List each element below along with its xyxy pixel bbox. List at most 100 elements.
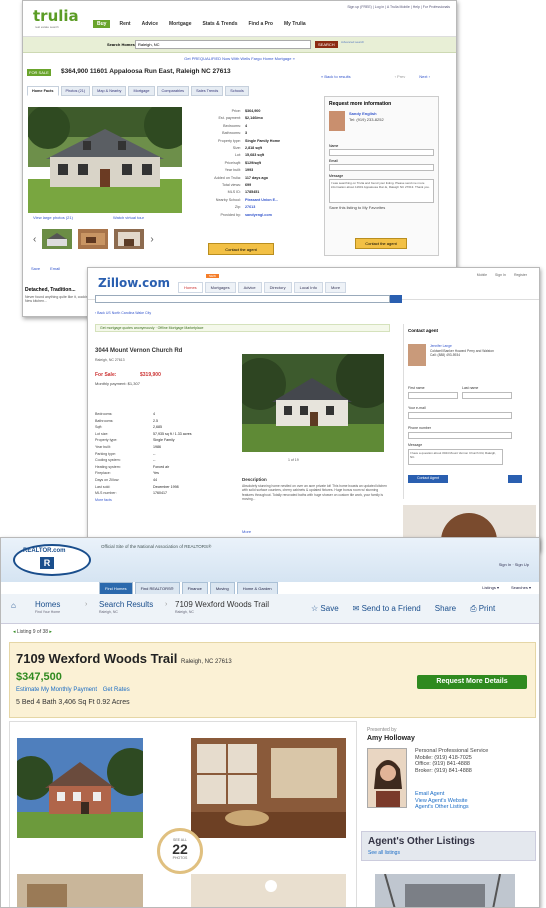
tab-map[interactable]: Map & Nearby <box>92 86 127 96</box>
save-favorites-checkbox[interactable]: Save this listing to My Favorites <box>325 204 438 213</box>
trulia-next-link[interactable]: Next › <box>419 74 430 79</box>
trulia-main-photo[interactable] <box>28 107 182 213</box>
badge-bottom-text: PHOTOS <box>172 856 188 860</box>
trulia-nav-my-trulia[interactable]: My Trulia <box>282 20 308 28</box>
realtor-photo-interior[interactable] <box>191 738 346 838</box>
zillow-nav-advice[interactable]: Advice <box>237 282 262 293</box>
trulia-nav-advice[interactable]: Advice <box>140 20 160 28</box>
trulia-thumb[interactable] <box>42 229 73 249</box>
zillow-breadcrumb[interactable]: ‹ Back US North Carolina Wake City <box>95 311 151 315</box>
share-action[interactable]: Share <box>435 604 456 614</box>
zillow-nav-directory[interactable]: Directory <box>263 282 292 293</box>
zillow-nav-local-info[interactable]: Local Info <box>293 282 323 293</box>
see-all-photos-badge[interactable]: SEE ALL 22 PHOTOS <box>157 828 203 874</box>
trulia-thumb[interactable] <box>78 229 109 249</box>
save-action[interactable]: ☆ Save <box>311 604 339 614</box>
trulia-logo[interactable]: trulia <box>33 7 79 25</box>
zillow-nav-more[interactable]: More <box>324 282 347 293</box>
trulia-search-bar: Search Homes Raleigh, NC SEARCH Advanced… <box>23 37 456 53</box>
last-name-field[interactable] <box>462 392 512 399</box>
send-friend-action[interactable]: ✉ Send to a Friend <box>353 604 421 614</box>
searches-dropdown[interactable]: Searches ▾ <box>511 585 531 590</box>
trulia-promo-link[interactable]: Get PREQUALIFIED Now With Wells Fargo Ho… <box>23 53 456 64</box>
zillow-more-link[interactable]: More <box>242 529 251 535</box>
email-field[interactable] <box>408 412 512 419</box>
name-field[interactable] <box>329 149 434 156</box>
tab-photos[interactable]: Photos (21) <box>60 86 91 96</box>
estimate-payment-link[interactable]: Estimate My Monthly Payment <box>16 687 97 693</box>
fact-row: Lot size: 57,935 sq ft / 1.33 acres <box>95 431 192 436</box>
zillow-contact-agent-button[interactable]: Contact Agent <box>408 475 448 483</box>
email-field[interactable] <box>329 164 434 171</box>
trulia-email-link[interactable]: Email <box>50 266 60 272</box>
agent-website-link[interactable]: View Agent's Website <box>415 798 469 805</box>
print-action[interactable]: ⎙ Print <box>470 604 495 614</box>
crumb-homes[interactable]: Homes <box>35 600 60 609</box>
trulia-result-nav: « Back to results ‹ Prev Next › <box>321 74 430 79</box>
fact-row: Provided by: sandyengl.com <box>220 212 272 217</box>
get-rates-link[interactable]: Get Rates <box>103 687 130 693</box>
trulia-watch-tour[interactable]: Watch virtual tour <box>113 215 144 221</box>
zillow-monthly-payment[interactable]: Monthly payment: $1,307 <box>95 381 140 387</box>
zillow-search-input[interactable] <box>95 295 390 303</box>
trulia-contact-agent-button[interactable]: Contact the agent <box>208 243 274 255</box>
trulia-view-large-photos[interactable]: View large photos (21) <box>33 215 73 221</box>
zillow-register-link[interactable]: Register <box>514 273 527 277</box>
email-agent-link[interactable]: Email Agent <box>415 791 469 798</box>
zillow-secondary-button[interactable] <box>508 475 522 483</box>
trulia-save-link[interactable]: Save <box>31 266 40 272</box>
fact-row: Bathrooms: 3 <box>222 131 248 136</box>
crumb-search-results[interactable]: Search Results <box>99 600 153 609</box>
see-all-listings-link[interactable]: See all listings <box>368 850 400 856</box>
agent-other-listings-link[interactable]: Agent's Other Listings <box>415 804 469 811</box>
realtor-photo-stairs[interactable] <box>17 874 143 907</box>
zillow-signin-link[interactable]: Sign In <box>495 273 506 277</box>
fact-row: Bedrooms: 4 <box>223 123 248 128</box>
more-facts-link[interactable]: More facts <box>95 497 235 504</box>
zillow-mortgage-bar[interactable]: Get mortgage quotes anonymously · Offlin… <box>95 324 390 332</box>
trulia-signin-links[interactable]: Sign up (FREE) | Log in | A Trulia Mobil… <box>347 5 450 9</box>
trulia-nav-stats[interactable]: Stats & Trends <box>200 20 239 28</box>
trulia-search-button[interactable]: SEARCH <box>315 41 338 48</box>
trulia-advanced-search-link[interactable]: Advanced search <box>341 40 367 44</box>
fact-row: Last sold: December 1998 <box>95 484 179 489</box>
fact-row: Sqft: 2,685 <box>95 425 162 430</box>
trulia-nav-mortgage[interactable]: Mortgage <box>167 20 194 28</box>
tab-sales-trends[interactable]: Sales Trends <box>191 86 224 96</box>
zillow-photo-pager[interactable]: 1 of 19 <box>288 458 299 462</box>
chevron-right-icon[interactable]: ▸ <box>48 629 52 635</box>
tab-comparables[interactable]: Comparables <box>156 86 190 96</box>
trulia-nav-buy[interactable]: Buy <box>93 20 111 28</box>
realtor-payment-links: Estimate My Monthly Payment Get Rates <box>16 687 130 693</box>
trulia-prev-link[interactable]: ‹ Prev <box>395 74 406 79</box>
trulia-nav-rent[interactable]: Rent <box>117 20 132 28</box>
chevron-left-icon[interactable]: ‹ <box>33 234 36 245</box>
trulia-back-link[interactable]: « Back to results <box>321 74 351 79</box>
message-field[interactable]: I have a question about 3044 Mount Verno… <box>408 449 503 465</box>
listings-dropdown[interactable]: Listings ▾ <box>482 585 499 590</box>
realtor-signin[interactable]: Sign In · Sign Up <box>499 562 529 567</box>
home-icon[interactable]: ⌂ <box>11 601 16 610</box>
realtor-action-bar: ☆ Save ✉ Send to a Friend Share ⎙ Print <box>311 604 495 614</box>
trulia-nav-find-pro[interactable]: Find a Pro <box>247 20 275 28</box>
phone-field[interactable] <box>408 432 512 439</box>
zillow-nav-mortgages[interactable]: Mortgages <box>204 282 236 293</box>
chevron-right-icon[interactable]: › <box>150 234 153 245</box>
request-more-details-button[interactable]: Request More Details <box>417 675 527 689</box>
trulia-thumb[interactable] <box>114 229 145 249</box>
zillow-main-photo[interactable] <box>242 354 384 452</box>
zillow-logo[interactable]: Zillow.com <box>98 276 170 290</box>
search-icon[interactable] <box>390 295 402 303</box>
first-name-field[interactable] <box>408 392 458 399</box>
other-listing-photo[interactable] <box>375 874 515 907</box>
tab-home-facts[interactable]: Home Facts <box>27 86 59 96</box>
realtor-photo-exterior[interactable] <box>17 738 143 838</box>
zillow-nav-homes[interactable]: Homes <box>178 282 203 293</box>
trulia-send-button[interactable]: Contact the agent <box>355 238 407 249</box>
message-field[interactable]: I was searching on Trulia and found your… <box>329 179 434 203</box>
zillow-mobile-link[interactable]: Mobile <box>477 273 487 277</box>
trulia-search-input[interactable]: Raleigh, NC <box>135 40 311 49</box>
tab-mortgage[interactable]: Mortgage <box>128 86 155 96</box>
tab-schools[interactable]: Schools <box>225 86 249 96</box>
realtor-photo-room[interactable] <box>191 874 346 907</box>
